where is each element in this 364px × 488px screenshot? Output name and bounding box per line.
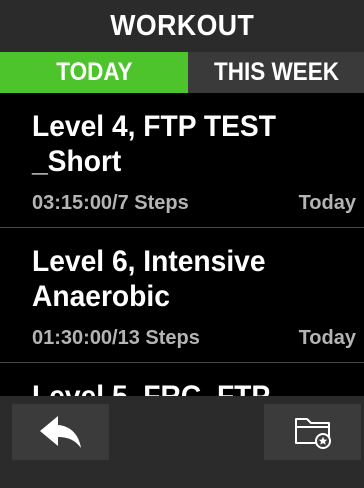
bottom-toolbar	[0, 396, 364, 488]
tab-bar: TODAY THIS WEEK	[0, 52, 364, 93]
workout-day: Today	[298, 327, 356, 349]
tab-today[interactable]: TODAY	[0, 52, 188, 93]
tab-today-label: TODAY	[55, 58, 133, 86]
app-header: WORKOUT	[0, 0, 364, 52]
saved-workouts-button[interactable]	[264, 404, 361, 460]
back-arrow-icon	[39, 416, 81, 448]
workout-meta-row: 03:15:00/7 Steps Today	[32, 192, 356, 215]
back-button[interactable]	[12, 404, 109, 460]
workout-item[interactable]: Level 6, Intensive Anaerobic 01:30:00/13…	[0, 228, 364, 363]
page-title: WORKOUT	[109, 9, 255, 42]
workout-list[interactable]: Level 4, FTP TEST _Short 03:15:00/7 Step…	[0, 93, 364, 396]
workout-duration-steps: 01:30:00/13 Steps	[32, 327, 200, 349]
workout-item[interactable]: Level 4, FTP TEST _Short 03:15:00/7 Step…	[0, 93, 364, 228]
workout-meta-row: 01:30:00/13 Steps Today	[32, 327, 356, 350]
workout-duration-steps: 03:15:00/7 Steps	[32, 192, 189, 214]
workout-title: Level 5, FRC_FTP (5 Sets)	[32, 379, 300, 396]
tab-this-week-label: THIS WEEK	[213, 58, 339, 86]
tab-this-week[interactable]: THIS WEEK	[188, 52, 364, 93]
workout-day: Today	[298, 192, 356, 214]
folder-star-icon	[294, 418, 331, 449]
workout-item[interactable]: Level 5, FRC_FTP (5 Sets)	[0, 363, 364, 396]
workout-title: Level 4, FTP TEST _Short	[32, 110, 276, 178]
workout-title: Level 6, Intensive Anaerobic	[32, 245, 266, 313]
